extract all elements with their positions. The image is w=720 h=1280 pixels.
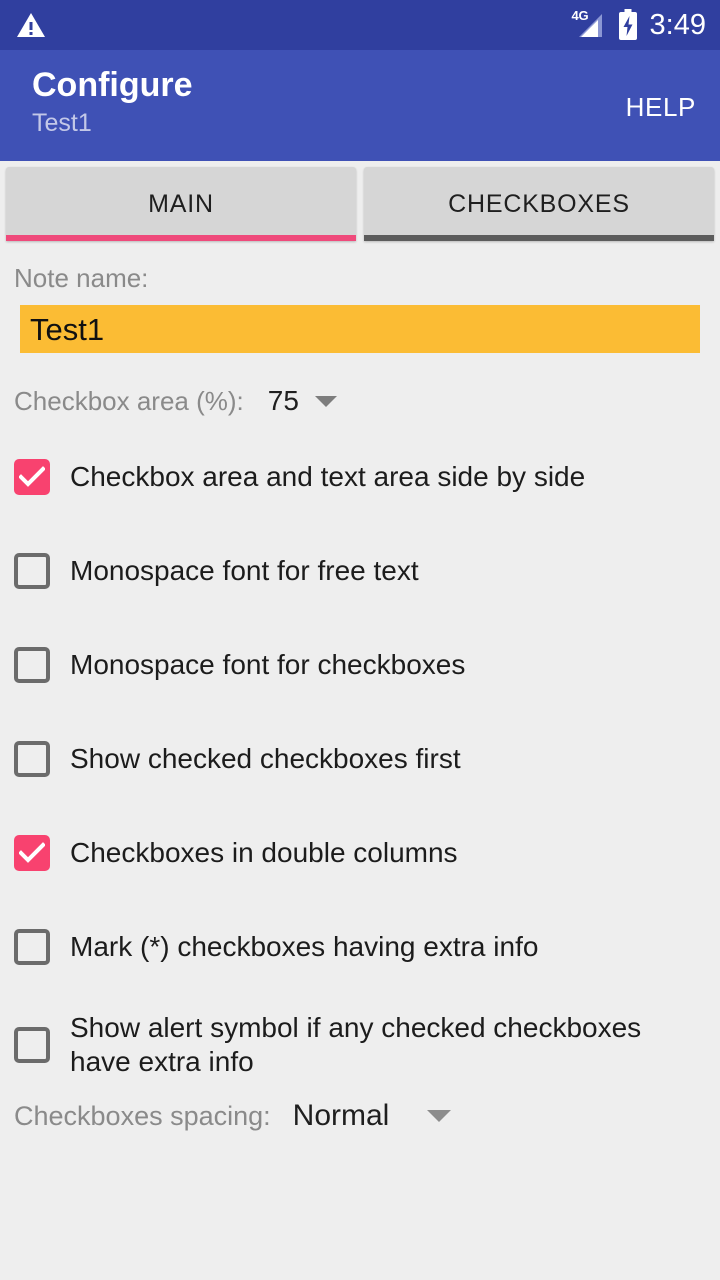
checkbox-label: Checkboxes in double columns (70, 837, 458, 868)
network-type-label: 4G (571, 8, 589, 23)
status-bar-right: 4G 3:49 (572, 9, 706, 41)
tab-main-label: MAIN (148, 189, 214, 218)
tab-main[interactable]: MAIN (6, 167, 356, 241)
app-bar: Configure Test1 HELP (0, 50, 720, 161)
tab-checkboxes-underline (364, 235, 714, 241)
checkbox-unchecked-icon[interactable] (14, 647, 50, 683)
chevron-down-icon (427, 1110, 452, 1122)
checkbox-label: Monospace font for checkboxes (70, 649, 466, 680)
checkbox-row-double-columns[interactable]: Checkboxes in double columns (0, 823, 720, 883)
checkbox-row-side-by-side[interactable]: Checkbox area and text area side by side (0, 447, 720, 507)
checkbox-checked-icon[interactable] (14, 835, 50, 871)
chevron-down-icon (314, 395, 337, 407)
status-bar: 4G 3:49 (0, 0, 720, 50)
checkbox-label: Monospace font for free text (70, 555, 419, 586)
checkbox-row-alert-symbol[interactable]: Show alert symbol if any checked checkbo… (0, 1011, 720, 1079)
checkbox-unchecked-icon[interactable] (14, 553, 50, 589)
checkbox-area-spinner[interactable]: 75 (268, 387, 337, 415)
checkbox-row-mono-free-text[interactable]: Monospace font for free text (0, 541, 720, 601)
checkbox-area-row: Checkbox area (%): 75 (0, 387, 720, 415)
app-bar-titles: Configure Test1 (32, 64, 626, 138)
checkboxes-spacing-spinner[interactable]: Normal (293, 1101, 452, 1131)
checkbox-checked-icon[interactable] (14, 459, 50, 495)
tab-main-underline (6, 235, 356, 241)
status-bar-left (16, 11, 572, 39)
checkbox-unchecked-icon[interactable] (14, 741, 50, 777)
checkboxes-spacing-label: Checkboxes spacing: (14, 1100, 271, 1131)
page-title: Configure (32, 66, 193, 104)
page-subtitle: Test1 (32, 109, 92, 137)
note-name-label: Note name: (14, 263, 149, 293)
checkboxes-spacing-row: Checkboxes spacing: Normal (0, 1101, 720, 1131)
checkbox-area-value: 75 (267, 385, 299, 416)
checkbox-area-label: Checkbox area (%): (14, 386, 244, 416)
checkboxes-spacing-value: Normal (292, 1099, 390, 1132)
checkbox-row-mark-extra-info[interactable]: Mark (*) checkboxes having extra info (0, 917, 720, 977)
main-content: Note name: Test1 Checkbox area (%): 75 C… (0, 243, 720, 1131)
checkbox-row-checked-first[interactable]: Show checked checkboxes first (0, 729, 720, 789)
battery-charging-icon (618, 9, 638, 41)
checkbox-label: Show checked checkboxes first (70, 743, 461, 774)
checkbox-row-mono-checkboxes[interactable]: Monospace font for checkboxes (0, 635, 720, 695)
help-button[interactable]: HELP (626, 94, 696, 120)
checkbox-unchecked-icon[interactable] (14, 1027, 50, 1063)
checkbox-label: Show alert symbol if any checked checkbo… (70, 1012, 642, 1077)
checkbox-list: Checkbox area and text area side by side… (0, 447, 720, 1079)
note-name-input-value: Test1 (30, 311, 105, 347)
tab-checkboxes-label: CHECKBOXES (448, 189, 630, 218)
status-bar-clock: 3:49 (649, 8, 706, 41)
checkbox-unchecked-icon[interactable] (14, 929, 50, 965)
tab-bar: MAIN CHECKBOXES (0, 161, 720, 243)
checkbox-label: Checkbox area and text area side by side (70, 461, 586, 492)
tab-checkboxes[interactable]: CHECKBOXES (364, 167, 714, 241)
note-name-input[interactable]: Test1 (20, 305, 700, 353)
checkbox-label: Mark (*) checkboxes having extra info (70, 931, 539, 962)
warning-triangle-icon (16, 11, 46, 39)
signal-bars-icon: 4G (571, 8, 606, 40)
